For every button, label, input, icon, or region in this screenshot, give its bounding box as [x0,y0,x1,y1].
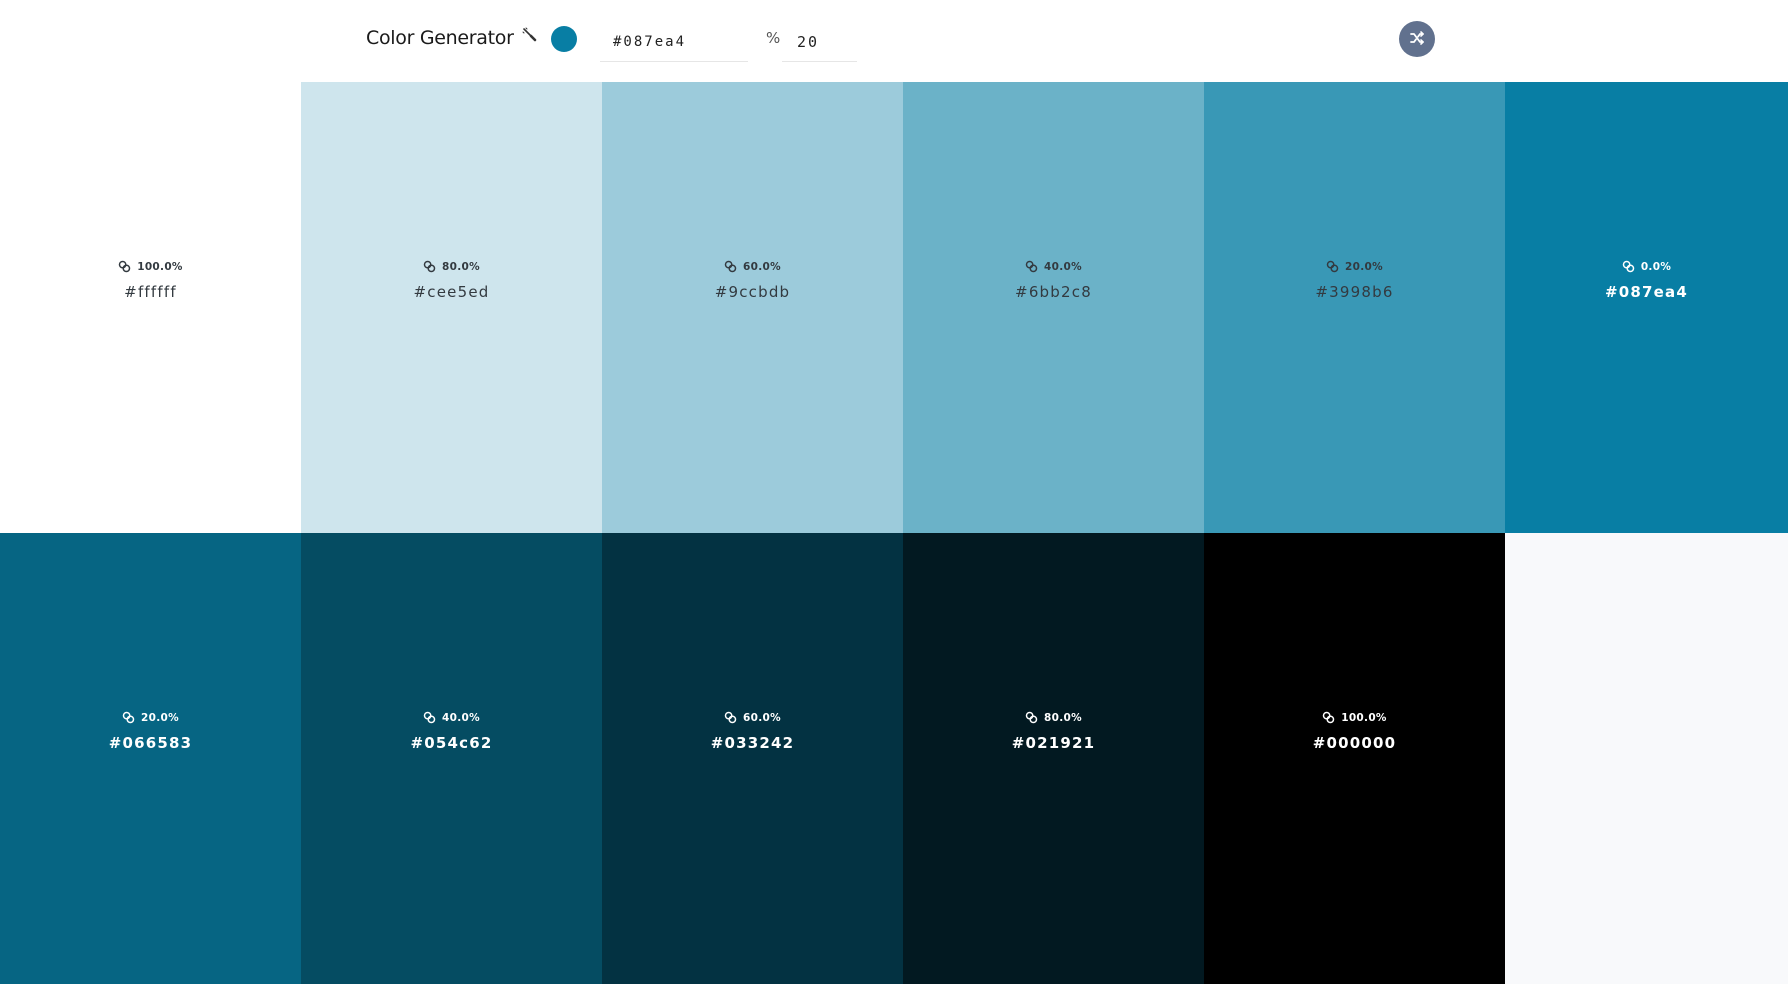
swatch-info: 0.0% #087ea4 [1505,258,1788,302]
swatch-percent: 80.0% [1044,711,1082,724]
color-swatch[interactable]: 20.0% #3998b6 [1204,82,1505,533]
swatch-info: 100.0% #000000 [1204,709,1505,753]
swatch-percent: 40.0% [442,711,480,724]
swatch-hex: #6bb2c8 [1015,283,1092,301]
copy-icon [1622,260,1635,273]
swatch-info: 80.0% #021921 [903,709,1204,753]
swatch-percent: 100.0% [1341,711,1387,724]
swatch-hex: #9ccbdb [714,283,791,301]
swatch-info: 80.0% #cee5ed [301,258,602,302]
color-swatch[interactable]: 80.0% #cee5ed [301,82,602,533]
swatch-hex: #033242 [710,734,795,752]
copy-icon [1025,711,1038,724]
color-swatch-picker[interactable] [551,26,577,52]
swatch-info: 40.0% #6bb2c8 [903,258,1204,302]
swatch-grid: 100.0% #ffffff 80.0% #cee5ed 60.0% #9ccbdb 40.… [0,82,1788,984]
swatch-percent: 40.0% [1044,260,1082,273]
swatch-percent: 0.0% [1640,260,1672,273]
swatch-hex: #087ea4 [1604,283,1688,301]
copy-icon [1025,260,1038,273]
swatch-percent: 100.0% [137,260,183,273]
swatch-percent-row: 100.0% [1322,711,1387,724]
swatch-percent-row: 60.0% [724,260,781,273]
color-swatch[interactable]: 40.0% #6bb2c8 [903,82,1204,533]
percent-icon: % [766,29,781,47]
copy-icon [724,711,737,724]
swatch-percent: 80.0% [442,260,480,273]
eyedropper-icon[interactable] [521,27,539,45]
hex-color-input[interactable] [600,22,748,62]
swatch-percent-row: 80.0% [1025,711,1082,724]
swatch-percent-row: 40.0% [423,711,480,724]
color-swatch[interactable]: 40.0% #054c62 [301,533,602,984]
app-title: Color Generator [366,27,514,49]
weight-input[interactable] [782,22,857,62]
swatch-percent-row: 80.0% [423,260,480,273]
color-swatch[interactable]: 80.0% #021921 [903,533,1204,984]
random-color-button[interactable] [1399,21,1435,57]
swatch-hex: #021921 [1011,734,1096,752]
swatch-percent-row: 20.0% [122,711,179,724]
swatch-percent: 60.0% [743,260,781,273]
swatch-percent-row: 20.0% [1326,260,1383,273]
swatch-info: 20.0% #3998b6 [1204,258,1505,302]
top-bar: Color Generator % [0,0,1788,82]
color-swatch[interactable]: 100.0% #ffffff [0,82,301,533]
color-swatch[interactable]: 60.0% #9ccbdb [602,82,903,533]
swatch-percent-row: 0.0% [1622,260,1671,273]
copy-icon [1326,260,1339,273]
swatch-hex: #066583 [108,734,193,752]
swatch-percent-row: 100.0% [118,260,183,273]
swatch-percent-row: 60.0% [724,711,781,724]
color-swatch[interactable]: 100.0% #000000 [1204,533,1505,984]
color-swatch[interactable]: 0.0% #087ea4 [1505,82,1788,533]
copy-icon [1322,711,1335,724]
copy-icon [118,260,131,273]
swatch-hex: #054c62 [410,734,493,752]
swatch-percent: 60.0% [743,711,781,724]
swatch-hex: #ffffff [124,283,177,301]
swatch-percent: 20.0% [1345,260,1383,273]
swatch-info: 40.0% #054c62 [301,709,602,753]
swatch-info: 60.0% #033242 [602,709,903,753]
shuffle-icon [1409,30,1425,49]
copy-icon [423,260,436,273]
swatch-info: 20.0% #066583 [0,709,301,753]
copy-icon [122,711,135,724]
swatch-hex: #000000 [1312,734,1397,752]
swatch-percent: 20.0% [141,711,179,724]
color-swatch[interactable]: 60.0% #033242 [602,533,903,984]
swatch-info: 100.0% #ffffff [0,258,301,301]
copy-icon [724,260,737,273]
swatch-hex: #3998b6 [1315,283,1394,301]
swatch-percent-row: 40.0% [1025,260,1082,273]
color-swatch[interactable]: 20.0% #066583 [0,533,301,984]
swatch-info: 60.0% #9ccbdb [602,258,903,302]
swatch-hex: #cee5ed [413,283,490,301]
copy-icon [423,711,436,724]
